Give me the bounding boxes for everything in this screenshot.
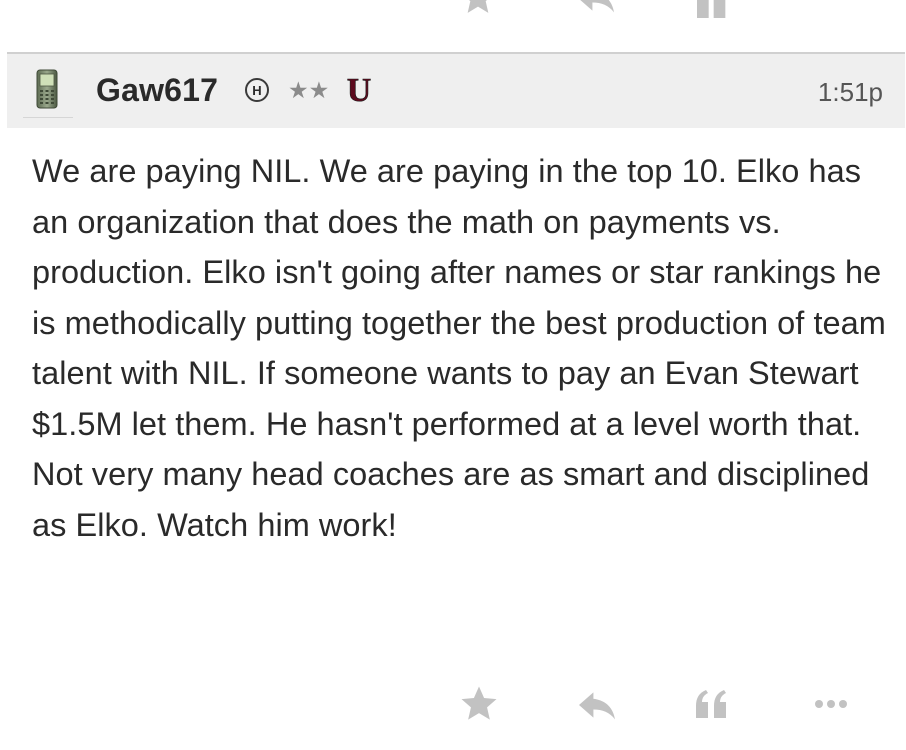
username-link[interactable]: Gaw617 <box>96 70 218 110</box>
post-screen: Gaw617 H ★★ U 1:51p We are paying NIL. W… <box>0 0 906 750</box>
mobile-phone-icon <box>36 69 58 109</box>
previous-post-actions <box>0 0 906 18</box>
header-underline <box>23 117 73 118</box>
team-logo-letter: U <box>347 72 372 106</box>
more-icon[interactable] <box>806 684 856 724</box>
star-icon[interactable] <box>458 683 500 725</box>
team-logo-icon: U <box>342 72 376 110</box>
reply-icon[interactable] <box>574 0 618 18</box>
star-icon[interactable] <box>458 0 498 18</box>
more-icon[interactable] <box>806 0 856 18</box>
quote-icon[interactable] <box>690 684 734 724</box>
reply-icon[interactable] <box>574 686 620 724</box>
post-body-text: We are paying NIL. We are paying in the … <box>32 153 886 543</box>
post-actions <box>0 680 906 730</box>
rank-stars: ★★ <box>288 77 330 103</box>
post-header: Gaw617 H ★★ U 1:51p <box>7 54 905 128</box>
honor-badge: H <box>245 78 269 102</box>
post-timestamp: 1:51p <box>817 77 883 107</box>
quote-icon[interactable] <box>690 0 734 18</box>
